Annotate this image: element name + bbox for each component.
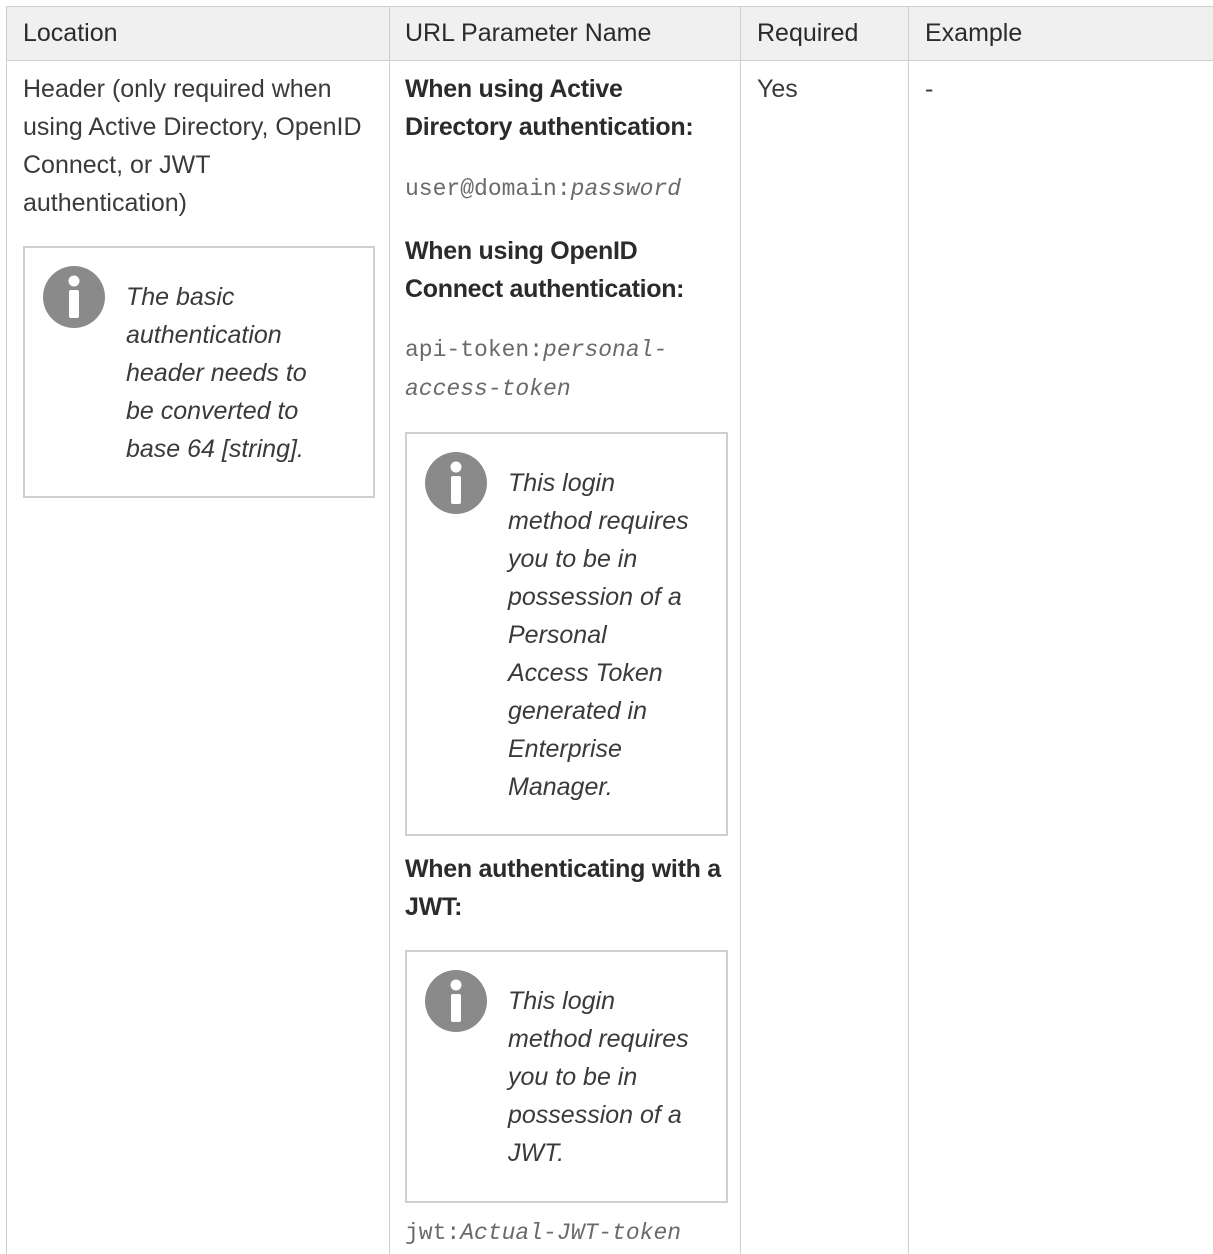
note-line: possession of a <box>508 1101 682 1129</box>
header-example: Example <box>925 19 1023 47</box>
info-icon <box>43 266 105 328</box>
required-value: Yes <box>757 75 798 103</box>
note-line: method requires <box>508 507 689 535</box>
column-divider <box>908 7 909 1254</box>
jwt-heading-line: When authenticating with a <box>405 855 721 883</box>
openid-note: This login method requires you to be in … <box>405 432 728 836</box>
location-line: using Active Directory, OpenID <box>23 113 362 141</box>
ad-value: user@domain:password <box>405 170 681 209</box>
location-line: Header (only required when <box>23 75 332 103</box>
jwt-heading-line: JWT: <box>405 893 463 921</box>
note-line: JWT. <box>508 1139 565 1167</box>
note-line: The basic <box>126 283 235 311</box>
location-line: authentication) <box>23 189 188 217</box>
note-text: The basic authentication header needs to… <box>126 278 307 468</box>
note-line: This login <box>508 469 615 497</box>
info-icon <box>425 970 487 1032</box>
header-url-parameter-name: URL Parameter Name <box>405 19 652 47</box>
openid-heading-line: Connect authentication: <box>405 275 685 303</box>
note-text: This login method requires you to be in … <box>508 464 689 806</box>
parameter-table: Location URL Parameter Name Required Exa… <box>6 6 1213 1254</box>
jwt-value: jwt:Actual-JWT-token <box>405 1214 681 1253</box>
note-line: Access Token <box>508 659 663 687</box>
note-line: generated in <box>508 697 648 725</box>
column-divider <box>389 7 390 1254</box>
openid-value-placeholder: personal- <box>543 337 668 363</box>
header-location: Location <box>23 19 118 47</box>
note-line: This login <box>508 987 615 1015</box>
note-text: This login method requires you to be in … <box>508 982 689 1172</box>
openid-value-prefix: api-token: <box>405 337 544 363</box>
info-icon <box>425 452 487 514</box>
table-header-row: Location URL Parameter Name Required Exa… <box>7 7 1213 61</box>
location-text: Header (only required when using Active … <box>23 70 362 222</box>
note-line: method requires <box>508 1025 689 1053</box>
ad-heading: When using Active Directory authenticati… <box>405 70 694 146</box>
note-line: you to be in <box>508 545 638 573</box>
note-line: Enterprise <box>508 735 622 763</box>
ad-value-placeholder: password <box>570 176 682 202</box>
jwt-value-prefix: jwt: <box>405 1220 461 1246</box>
note-line: header needs to <box>126 359 307 387</box>
openid-heading-line: When using OpenID <box>405 237 638 265</box>
note-line: possession of a <box>508 583 682 611</box>
note-line: you to be in <box>508 1063 638 1091</box>
note-line: be converted to <box>126 397 299 425</box>
location-line: Connect, or JWT <box>23 151 211 179</box>
openid-heading: When using OpenID Connect authentication… <box>405 232 685 308</box>
ad-heading-line: When using Active <box>405 75 623 103</box>
note-line: Manager. <box>508 773 613 801</box>
example-value: - <box>925 75 934 103</box>
header-required: Required <box>757 19 859 47</box>
jwt-heading: When authenticating with a JWT: <box>405 850 721 926</box>
note-line: base 64 [string]. <box>126 435 304 463</box>
note-line: Personal <box>508 621 607 649</box>
column-divider <box>740 7 741 1254</box>
ad-heading-line: Directory authentication: <box>405 113 694 141</box>
ad-value-prefix: user@domain: <box>405 176 571 202</box>
openid-value: api-token:personal- access-token <box>405 331 667 409</box>
base64-note: The basic authentication header needs to… <box>23 246 375 498</box>
jwt-note: This login method requires you to be in … <box>405 950 728 1203</box>
openid-value-placeholder: access-token <box>405 376 571 402</box>
jwt-value-placeholder: Actual-JWT-token <box>460 1220 682 1246</box>
note-line: authentication <box>126 321 282 349</box>
